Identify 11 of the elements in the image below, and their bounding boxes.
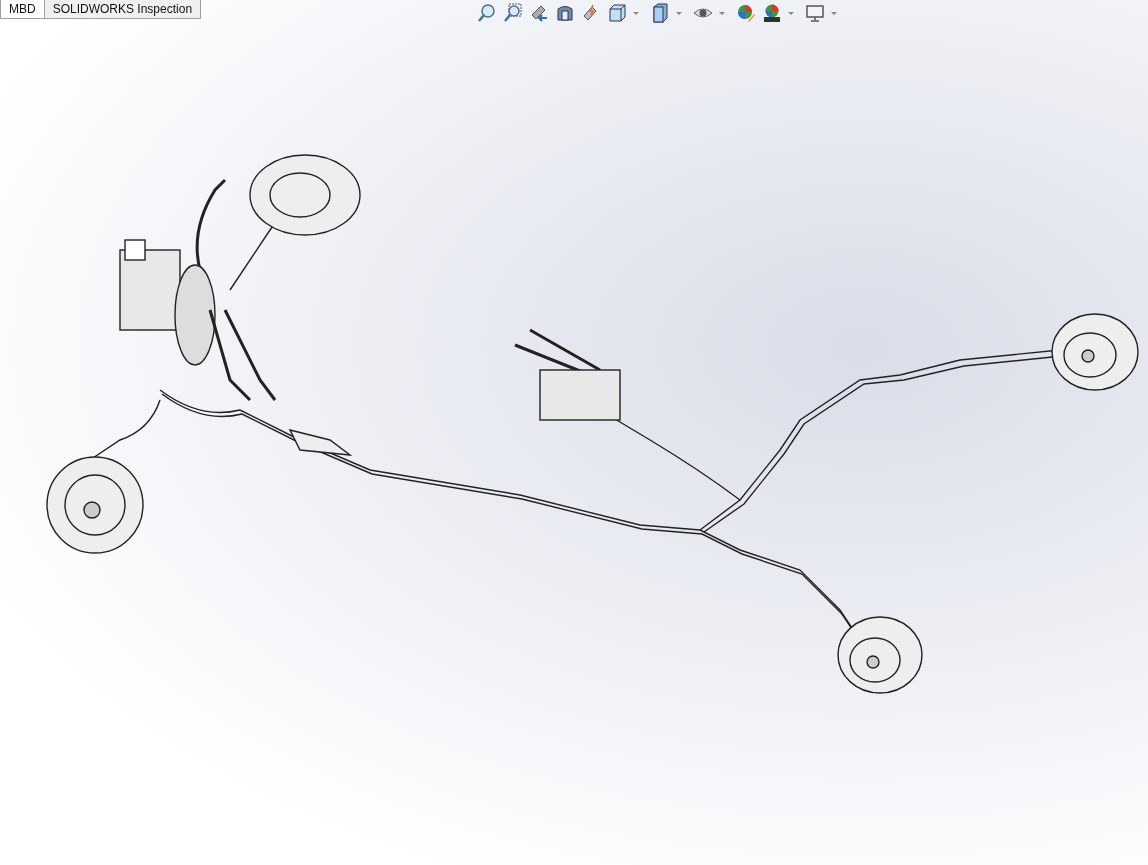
caret-icon[interactable] bbox=[676, 11, 683, 15]
caret-icon[interactable] bbox=[788, 11, 795, 15]
caret-icon[interactable] bbox=[719, 11, 726, 15]
caret-icon[interactable] bbox=[633, 11, 640, 15]
monitor-icon[interactable] bbox=[804, 2, 827, 24]
tab[interactable]: SOLIDWORKS Inspection bbox=[43, 0, 202, 19]
caret-icon[interactable] bbox=[831, 11, 838, 15]
tab[interactable]: MBD bbox=[0, 0, 45, 19]
appearance-icon[interactable] bbox=[735, 2, 758, 24]
view-orientation-icon[interactable] bbox=[606, 2, 629, 24]
zoom-area-icon[interactable] bbox=[502, 2, 525, 24]
